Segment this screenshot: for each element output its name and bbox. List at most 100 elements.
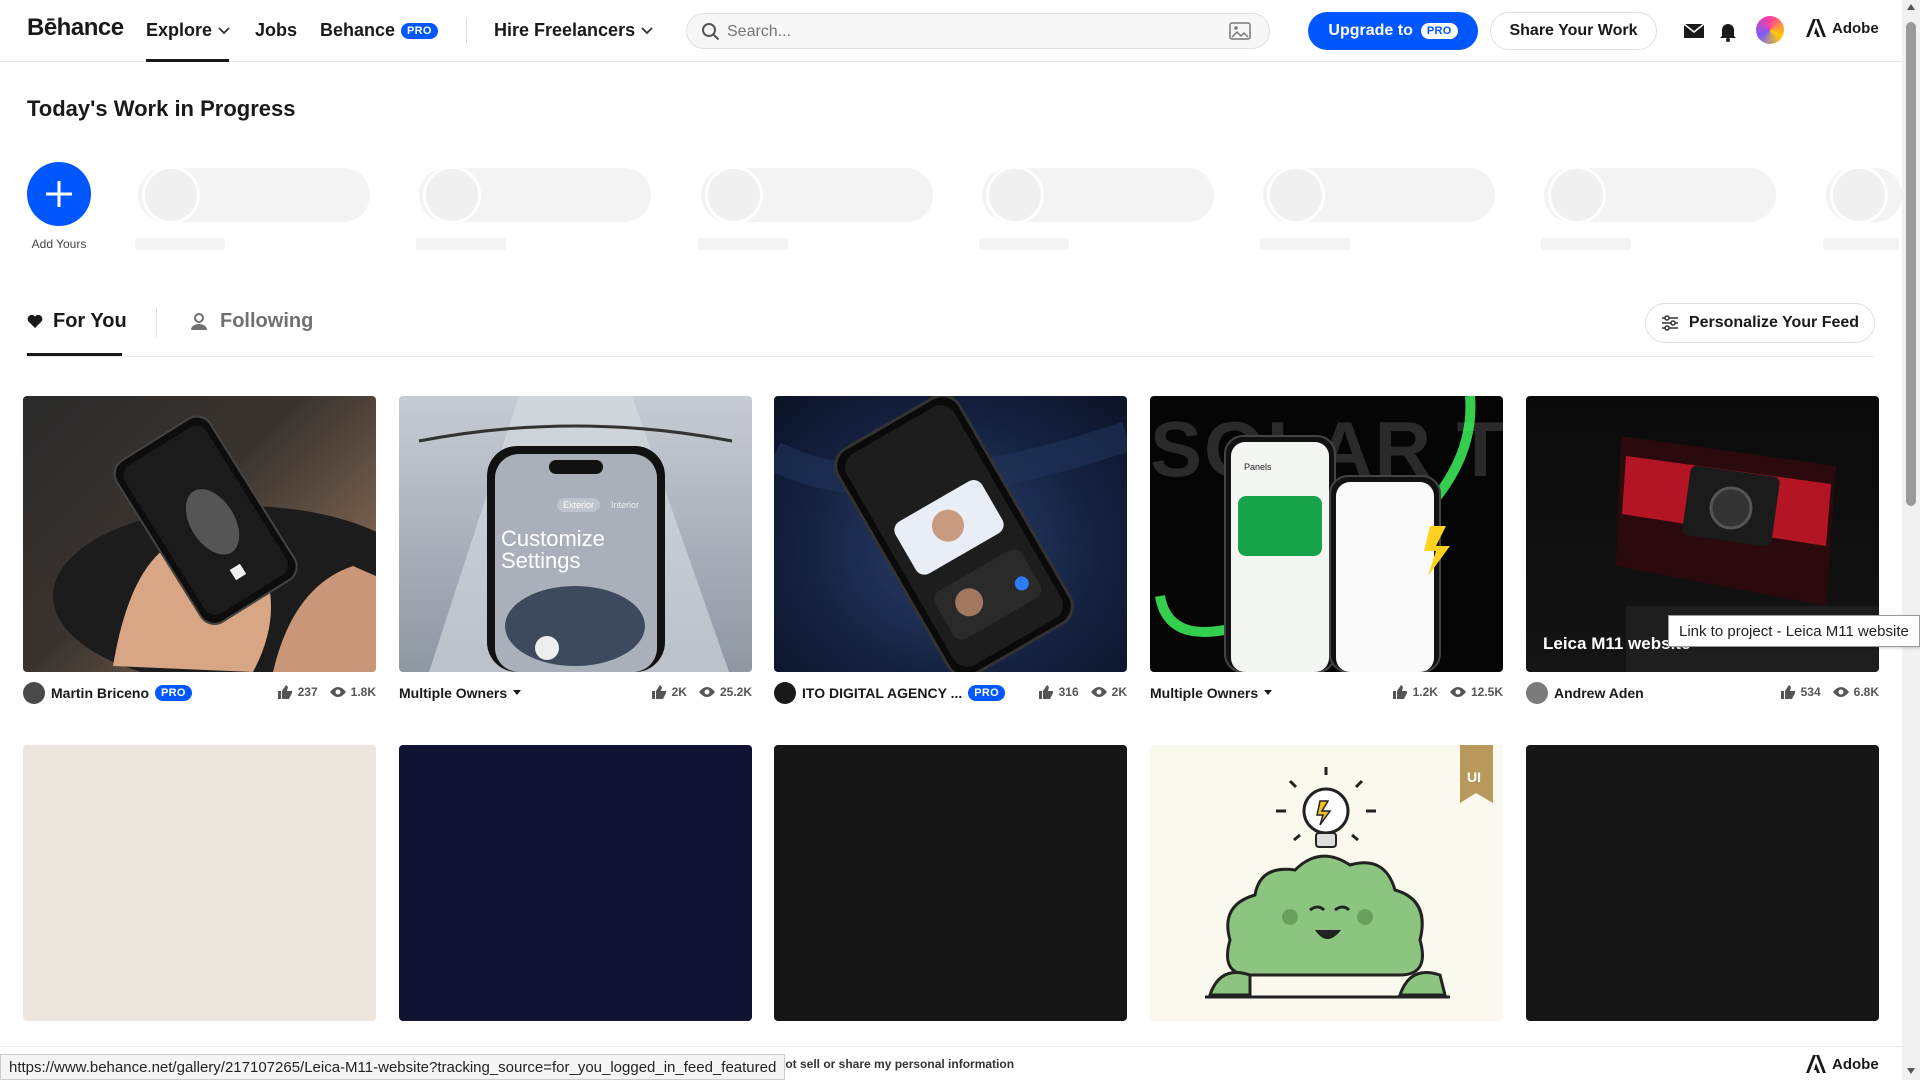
project-thumbnail[interactable] — [774, 396, 1127, 672]
appreciations-stat: 1.2K — [1392, 684, 1438, 700]
browser-status-url: https://www.behance.net/gallery/21710726… — [0, 1054, 786, 1080]
pro-badge: PRO — [968, 685, 1005, 701]
project-thumbnail[interactable]: SOLAR TI Panels — [1150, 396, 1503, 672]
explore-active-underline — [146, 59, 229, 62]
project-thumbnail[interactable] — [1526, 745, 1879, 1021]
eye-icon — [1832, 687, 1849, 697]
project-card[interactable] — [1526, 745, 1879, 1021]
project-thumbnail[interactable] — [774, 745, 1127, 1021]
nav-behance-label: Behance — [320, 20, 396, 40]
pro-badge: PRO — [1420, 23, 1458, 39]
eye-icon — [329, 687, 346, 697]
footer-adobe-label: Adobe — [1832, 1055, 1879, 1073]
card-owner[interactable]: Martin Briceno PRO — [23, 682, 192, 704]
privacy-link[interactable]: not sell or share my personal informatio… — [778, 1057, 1014, 1071]
nav-hire-label: Hire Freelancers — [494, 20, 636, 40]
nav-jobs[interactable]: Jobs — [255, 20, 297, 41]
adobe-logo-icon — [1806, 19, 1826, 37]
scroll-up-arrow[interactable] — [1907, 4, 1915, 10]
card-stats: 534 6.8K — [1780, 684, 1879, 700]
project-card[interactable]: Customize Settings Exterior Interior Mul… — [399, 396, 752, 701]
card-meta: Andrew Aden 534 6.8K — [1526, 680, 1879, 706]
personalize-feed-button[interactable]: Personalize Your Feed — [1645, 303, 1875, 343]
card-owner[interactable]: Andrew Aden — [1526, 682, 1644, 704]
appreciations-stat: 237 — [277, 684, 318, 700]
image-search-icon[interactable] — [1229, 22, 1251, 40]
chevron-down-icon — [641, 26, 653, 34]
project-card[interactable]: SOLAR TI Panels Multiple Owners 1.2K 12.… — [1150, 396, 1503, 701]
behance-logo[interactable]: Bēhance — [27, 14, 124, 42]
owner-avatar — [1526, 682, 1548, 704]
thumbs-up-icon — [1038, 685, 1053, 699]
caret-down-icon — [513, 690, 522, 695]
card-owner[interactable]: ITO DIGITAL AGENCY ... PRO — [774, 682, 1005, 704]
project-card[interactable] — [774, 745, 1127, 1021]
pro-badge: PRO — [401, 22, 438, 39]
link-tooltip: Link to project - Leica M11 website — [1668, 615, 1920, 647]
sliders-icon — [1661, 315, 1678, 331]
exterior-tab-text: Exterior — [557, 498, 601, 512]
footer-adobe-link[interactable]: Adobe — [1806, 1055, 1879, 1073]
add-yours-button[interactable] — [27, 162, 91, 226]
adobe-logo-icon — [1806, 1055, 1826, 1073]
scroll-down-arrow[interactable] — [1907, 1068, 1915, 1074]
project-card[interactable] — [23, 745, 376, 1021]
search-input[interactable] — [727, 20, 1197, 44]
upgrade-to-pro-button[interactable]: Upgrade to PRO — [1308, 12, 1478, 50]
tab-following[interactable]: Following — [190, 310, 313, 333]
project-card[interactable]: Martin Briceno PRO 237 1.8K — [23, 396, 376, 704]
plus-icon — [46, 181, 72, 207]
nav-explore[interactable]: Explore — [146, 20, 230, 41]
thumbs-up-icon — [1780, 685, 1795, 699]
user-avatar[interactable] — [1756, 16, 1784, 44]
project-thumbnail[interactable]: UI — [1150, 745, 1503, 1021]
owner-avatar — [774, 682, 796, 704]
scroll-thumb[interactable] — [1906, 22, 1916, 506]
owner-name: ITO DIGITAL AGENCY ... — [802, 685, 963, 701]
owner-name: Andrew Aden — [1554, 685, 1644, 701]
bell-icon[interactable] — [1716, 19, 1740, 43]
tabs-divider-line — [27, 356, 1875, 357]
person-icon — [191, 312, 207, 330]
views-stat: 12.5K — [1449, 684, 1503, 700]
project-card[interactable] — [399, 745, 752, 1021]
eye-icon — [1090, 687, 1107, 697]
card-stats: 2K 25.2K — [651, 684, 752, 700]
panels-label: Panels — [1244, 462, 1272, 472]
card-stats: 237 1.8K — [277, 684, 376, 700]
project-thumbnail[interactable] — [23, 745, 376, 1021]
mail-icon[interactable] — [1682, 19, 1706, 43]
tab-following-label: Following — [220, 310, 314, 332]
views-stat: 2K — [1090, 684, 1127, 700]
card-stats: 316 2K — [1038, 684, 1127, 700]
eye-icon — [698, 687, 715, 697]
nav-hire-freelancers[interactable]: Hire Freelancers — [494, 20, 653, 41]
ui-ribbon-label: UI — [1467, 769, 1481, 785]
page-scrollbar[interactable] — [1902, 0, 1920, 1080]
heart-icon — [27, 314, 43, 328]
appreciations-stat: 2K — [651, 684, 687, 700]
nav-behance-pro[interactable]: Behance PRO — [320, 20, 438, 41]
multiple-owners-dropdown[interactable]: Multiple Owners — [1150, 685, 1273, 701]
share-your-work-button[interactable]: Share Your Work — [1490, 12, 1657, 50]
project-thumbnail[interactable] — [399, 745, 752, 1021]
add-yours-label: Add Yours — [31, 237, 87, 251]
thumbs-up-icon — [277, 685, 292, 699]
project-thumbnail[interactable] — [23, 396, 376, 672]
project-card[interactable]: ITO DIGITAL AGENCY ... PRO 316 2K — [774, 396, 1127, 704]
search-icon[interactable] — [701, 22, 721, 42]
caret-down-icon — [1264, 690, 1273, 695]
adobe-link[interactable]: Adobe — [1806, 19, 1879, 37]
nav-explore-label: Explore — [146, 20, 213, 40]
chevron-down-icon — [218, 26, 230, 34]
project-thumbnail[interactable]: Customize Settings Exterior Interior — [399, 396, 752, 672]
thumbs-up-icon — [651, 685, 666, 699]
owner-name: Multiple Owners — [399, 685, 508, 701]
tab-for-you[interactable]: For You — [27, 310, 127, 333]
appreciations-stat: 534 — [1780, 684, 1821, 700]
views-stat: 6.8K — [1832, 684, 1879, 700]
appreciations-stat: 316 — [1038, 684, 1079, 700]
project-card[interactable]: UI — [1150, 745, 1503, 1021]
multiple-owners-dropdown[interactable]: Multiple Owners — [399, 685, 522, 701]
customize-settings-text: Customize Settings — [501, 526, 605, 573]
